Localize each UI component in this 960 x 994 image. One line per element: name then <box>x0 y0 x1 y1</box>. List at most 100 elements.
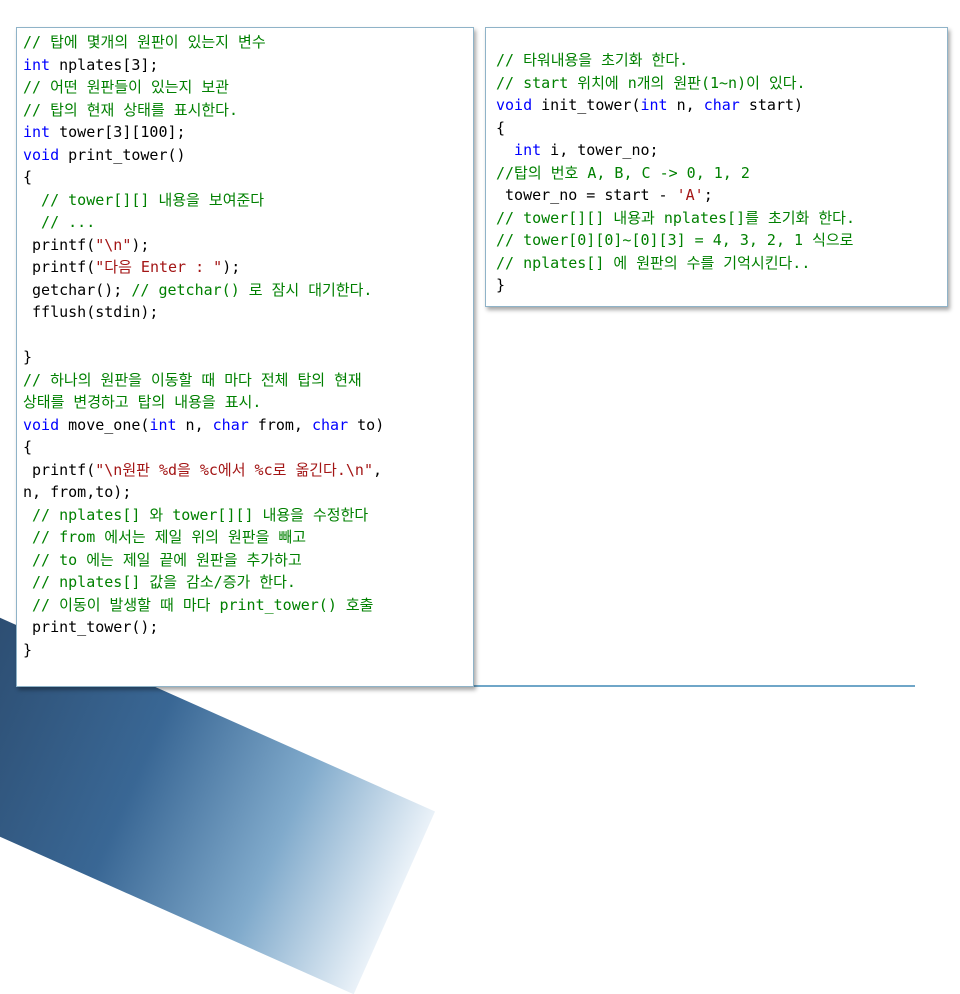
code-token: // tower[][] 내용과 nplates[]를 초기화 한다. <box>496 208 856 227</box>
code-line: void init_tower(int n, char start) <box>496 94 947 117</box>
code-token: // 하나의 원판을 이동할 때 마다 전체 탑의 현재 <box>23 370 362 389</box>
code-token: char <box>212 415 249 434</box>
code-token: } <box>23 640 33 659</box>
code-token: getchar(); <box>23 280 132 299</box>
code-token: int <box>149 415 177 434</box>
code-token: printf( <box>23 235 96 254</box>
code-line: n, from,to); <box>23 481 473 504</box>
code-token: start) <box>739 96 804 114</box>
code-line: int i, tower_no; <box>496 139 947 162</box>
code-line: tower_no = start - 'A'; <box>496 184 947 207</box>
code-line: { <box>23 166 473 189</box>
code-line: { <box>496 117 947 140</box>
code-token: } <box>23 348 33 366</box>
code-token: void <box>496 96 533 114</box>
code-line: // from 에서는 제일 위의 원판을 빼고 <box>23 526 473 549</box>
code-line: void print_tower() <box>23 144 473 167</box>
code-line: // to 에는 제일 끝에 원판을 추가하고 <box>23 549 473 572</box>
code-line: // 이동이 발생할 때 마다 print_tower() 호출 <box>23 594 473 617</box>
code-line: fflush(stdin); <box>23 301 473 324</box>
code-line: int nplates[3]; <box>23 54 473 77</box>
code-token: 상태를 변경하고 탑의 내용을 표시. <box>23 393 262 411</box>
code-line: // nplates[] 값을 감소/증가 한다. <box>23 571 473 594</box>
code-token: n, from,to); <box>23 483 132 501</box>
code-token: // tower[0][0]~[0][3] = 4, 3, 2, 1 식으로 <box>496 231 854 249</box>
code-token: "\n원판 %d을 %c에서 %c로 옮긴다.\n" <box>95 460 373 479</box>
code-line: // tower[][] 내용을 보여준다 <box>23 189 473 212</box>
code-line: { <box>23 436 473 459</box>
code-token: to) <box>348 415 385 434</box>
code-token: move_one( <box>59 415 150 434</box>
code-line: } <box>496 274 947 297</box>
code-box-right: // 타워내용을 초기화 한다. // start 위치에 n개의 원판(1~n)… <box>485 27 948 307</box>
code-token: // 이동이 발생할 때 마다 print_tower() 호출 <box>23 595 374 614</box>
code-token: { <box>23 438 33 456</box>
code-token: int <box>640 96 668 114</box>
code-line: // tower[0][0]~[0][3] = 4, 3, 2, 1 식으로 <box>496 229 947 252</box>
code-token: , <box>372 460 383 479</box>
code-token: n, <box>176 415 213 434</box>
code-line: } <box>23 639 473 662</box>
code-line: // 타워내용을 초기화 한다. <box>496 49 947 72</box>
code-line: printf("다음 Enter : "); <box>23 256 473 279</box>
code-token: "\n" <box>95 235 132 254</box>
code-token: char <box>703 96 740 114</box>
code-token: // 타워내용을 초기화 한다. <box>496 51 689 69</box>
code-token: // to 에는 제일 끝에 원판을 추가하고 <box>23 550 302 569</box>
code-line: 상태를 변경하고 탑의 내용을 표시. <box>23 391 473 414</box>
code-token: ); <box>131 235 150 254</box>
code-token: // 탑에 몇개의 원판이 있는지 변수 <box>23 33 266 51</box>
code-token: void <box>23 415 60 434</box>
code-token: { <box>496 118 506 137</box>
code-token: printf( <box>23 258 96 276</box>
code-line: // start 위치에 n개의 원판(1~n)이 있다. <box>496 72 947 95</box>
code-token: ); <box>222 258 241 276</box>
code-line: //탑의 번호 A, B, C -> 0, 1, 2 <box>496 162 947 185</box>
code-token: // nplates[] 와 tower[][] 내용을 수정한다 <box>23 505 369 524</box>
code-token: 'A' <box>676 186 704 204</box>
code-token: print_tower() <box>59 145 186 164</box>
code-line: // 탑에 몇개의 원판이 있는지 변수 <box>23 31 473 54</box>
code-token: nplates[3]; <box>50 55 159 74</box>
code-token: // getchar() 로 잠시 대기한다. <box>131 280 373 299</box>
code-token: i, tower_no; <box>541 141 659 159</box>
code-line: // 어떤 원판들이 있는지 보관 <box>23 76 473 99</box>
code-line: // ... <box>23 211 473 234</box>
code-line: void move_one(int n, char from, char to) <box>23 414 473 437</box>
code-token: printf( <box>23 460 96 479</box>
code-token: "다음 Enter : " <box>95 258 223 276</box>
code-token: // start 위치에 n개의 원판(1~n)이 있다. <box>496 73 806 92</box>
code-line: int tower[3][100]; <box>23 121 473 144</box>
code-line: } <box>23 346 473 369</box>
code-token: // ... <box>23 213 96 231</box>
code-token: // 어떤 원판들이 있는지 보관 <box>23 78 229 96</box>
code-token: init_tower( <box>532 96 641 114</box>
code-line: printf("\n"); <box>23 234 473 257</box>
code-token: n, <box>667 96 704 114</box>
code-token: // 탑의 현재 상태를 표시한다. <box>23 100 239 119</box>
code-box-left: // 탑에 몇개의 원판이 있는지 변수 int nplates[3];// 어떤… <box>16 27 474 687</box>
code-token: print_tower(); <box>23 618 159 636</box>
code-line: // nplates[] 에 원판의 수를 기억시킨다.. <box>496 252 947 275</box>
code-token: { <box>23 168 33 186</box>
code-token: // tower[][] 내용을 보여준다 <box>23 190 265 209</box>
code-token: char <box>312 415 349 434</box>
code-token: ; <box>703 186 713 204</box>
code-token: // from 에서는 제일 위의 원판을 빼고 <box>23 528 307 546</box>
code-token: int <box>23 55 51 74</box>
code-token: tower_no = start - <box>496 186 677 204</box>
code-token: tower[3][100]; <box>50 123 186 141</box>
code-token: void <box>23 145 60 164</box>
code-token: fflush(stdin); <box>23 303 159 321</box>
code-token: int <box>23 123 51 141</box>
code-line: // tower[][] 내용과 nplates[]를 초기화 한다. <box>496 207 947 230</box>
code-line: // 탑의 현재 상태를 표시한다. <box>23 99 473 122</box>
code-token: } <box>496 276 506 294</box>
code-line: print_tower(); <box>23 616 473 639</box>
code-token: from, <box>248 415 312 434</box>
code-token: // nplates[] 에 원판의 수를 기억시킨다.. <box>496 253 811 272</box>
code-line: getchar(); // getchar() 로 잠시 대기한다. <box>23 279 473 302</box>
code-token: // nplates[] 값을 감소/증가 한다. <box>23 573 296 591</box>
slide: // 탑에 몇개의 원판이 있는지 변수 int nplates[3];// 어떤… <box>0 0 960 994</box>
